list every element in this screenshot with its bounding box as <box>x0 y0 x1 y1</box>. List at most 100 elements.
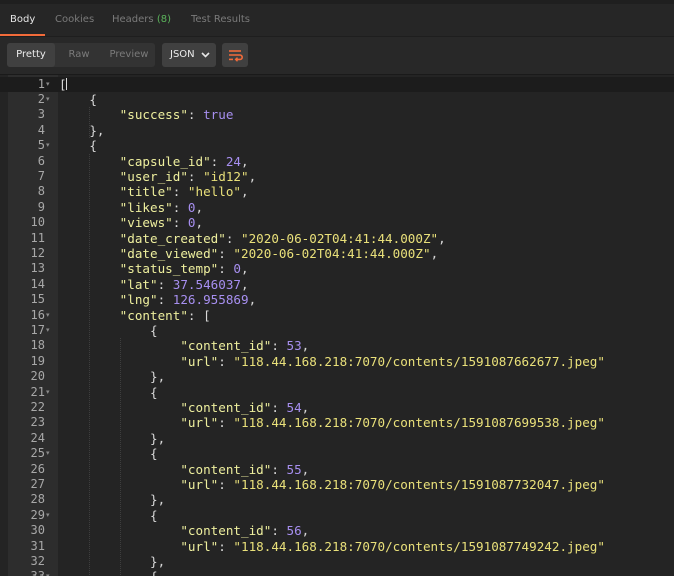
code-text: "views": 0, <box>59 215 203 230</box>
code-text: }, <box>59 369 165 384</box>
view-mode-toggle: Pretty Raw Preview <box>7 43 155 67</box>
code-token: }, <box>59 554 165 569</box>
tab-cookies[interactable]: Cookies <box>55 4 94 36</box>
preview-button[interactable]: Preview <box>103 43 155 67</box>
code-token: 53 <box>287 338 302 353</box>
code-token: { <box>59 446 158 461</box>
code-token: 24 <box>226 154 241 169</box>
code-token: true <box>203 107 233 122</box>
line-number: 31 <box>8 539 45 554</box>
line-number: 19 <box>8 354 45 369</box>
code-text: "url": "118.44.168.218:7070/contents/159… <box>59 415 605 430</box>
line-number: 6 <box>8 154 45 169</box>
code-text: "content_id": 56, <box>59 523 309 538</box>
line-number: 22 <box>8 400 45 415</box>
wrap-lines-button[interactable] <box>222 43 248 67</box>
code-text: "date_viewed": "2020-06-02T04:41:44.000Z… <box>59 246 438 261</box>
line-number: 32 <box>8 554 45 569</box>
code-text: { <box>59 446 158 461</box>
code-token: { <box>59 92 97 107</box>
line-number: 29 <box>8 508 45 523</box>
raw-button[interactable]: Raw <box>55 43 103 67</box>
code-token: 55 <box>287 462 302 477</box>
code-token: "url" <box>180 354 218 369</box>
code-text: }, <box>59 492 165 507</box>
code-token: { <box>59 508 158 523</box>
fold-toggle-icon[interactable]: ▾ <box>46 308 50 323</box>
fold-toggle-icon[interactable]: ▾ <box>46 508 50 523</box>
code-line: 6 "capsule_id": 24, <box>0 154 674 169</box>
code-token: , <box>241 154 249 169</box>
code-token: { <box>59 323 158 338</box>
code-token: : <box>158 292 173 307</box>
response-body-editor[interactable]: 1▾[2▾ {3 "success": true4 },5▾ {6 "capsu… <box>0 74 674 576</box>
code-text: "content": [ <box>59 308 211 323</box>
pretty-button[interactable]: Pretty <box>7 43 55 67</box>
code-token: { <box>59 385 158 400</box>
code-token <box>59 215 120 230</box>
code-text: "date_created": "2020-06-02T04:41:44.000… <box>59 231 446 246</box>
code-token: }, <box>59 492 165 507</box>
code-token <box>59 539 180 554</box>
tab-body[interactable]: Body <box>10 4 35 36</box>
line-number: 5 <box>8 138 45 153</box>
code-token: "118.44.168.218:7070/contents/1591087732… <box>233 477 605 492</box>
code-token <box>59 277 120 292</box>
fold-toggle-icon[interactable]: ▾ <box>46 446 50 461</box>
code-line: 28 }, <box>0 492 674 507</box>
tab-test-results[interactable]: Test Results <box>191 4 250 36</box>
code-token <box>59 246 120 261</box>
tab-headers[interactable]: Headers (8) <box>112 4 171 36</box>
line-number: 3 <box>8 107 45 122</box>
format-select[interactable]: JSON <box>162 43 216 67</box>
code-token: : <box>188 169 203 184</box>
code-token: 37.546037 <box>173 277 241 292</box>
line-number: 2 <box>8 92 45 107</box>
code-line: 13 "status_temp": 0, <box>0 261 674 276</box>
code-text: "content_id": 53, <box>59 338 309 353</box>
code-line: 25▾ { <box>0 446 674 461</box>
code-text: }, <box>59 123 105 138</box>
code-text: { <box>59 138 97 153</box>
code-token: }, <box>59 431 165 446</box>
tab-test-results-label: Test Results <box>191 14 250 25</box>
code-line: 26 "content_id": 55, <box>0 462 674 477</box>
code-token: 0 <box>233 261 241 276</box>
text-cursor <box>66 78 67 90</box>
code-token <box>59 462 180 477</box>
fold-toggle-icon[interactable]: ▾ <box>46 385 50 400</box>
code-line: 27 "url": "118.44.168.218:7070/contents/… <box>0 477 674 492</box>
line-number: 8 <box>8 184 45 199</box>
tab-cookies-label: Cookies <box>55 14 94 25</box>
fold-toggle-icon[interactable]: ▾ <box>46 77 50 92</box>
code-token: : <box>173 215 188 230</box>
code-token: "content_id" <box>180 523 271 538</box>
fold-toggle-icon[interactable]: ▾ <box>46 138 50 153</box>
code-token <box>59 477 180 492</box>
code-line: 29▾ { <box>0 508 674 523</box>
code-line: 23 "url": "118.44.168.218:7070/contents/… <box>0 415 674 430</box>
code-line: 31 "url": "118.44.168.218:7070/contents/… <box>0 539 674 554</box>
code-token: "status_temp" <box>120 261 219 276</box>
code-token: "hello" <box>188 184 241 199</box>
code-line: 3 "success": true <box>0 107 674 122</box>
code-token: , <box>196 215 204 230</box>
code-token <box>59 154 120 169</box>
code-token: 0 <box>188 215 196 230</box>
line-number: 9 <box>8 200 45 215</box>
code-token <box>59 523 180 538</box>
code-token: "likes" <box>120 200 173 215</box>
code-token: : [ <box>188 308 211 323</box>
line-number: 24 <box>8 431 45 446</box>
fold-toggle-icon[interactable]: ▾ <box>46 92 50 107</box>
line-number: 17 <box>8 323 45 338</box>
code-token: , <box>302 462 310 477</box>
code-token <box>59 292 120 307</box>
code-token: 54 <box>287 400 302 415</box>
code-token <box>59 415 180 430</box>
code-token: : <box>271 462 286 477</box>
fold-toggle-icon[interactable]: ▾ <box>46 323 50 338</box>
code-text: }, <box>59 431 165 446</box>
code-token: "user_id" <box>120 169 188 184</box>
code-token: "content" <box>120 308 188 323</box>
